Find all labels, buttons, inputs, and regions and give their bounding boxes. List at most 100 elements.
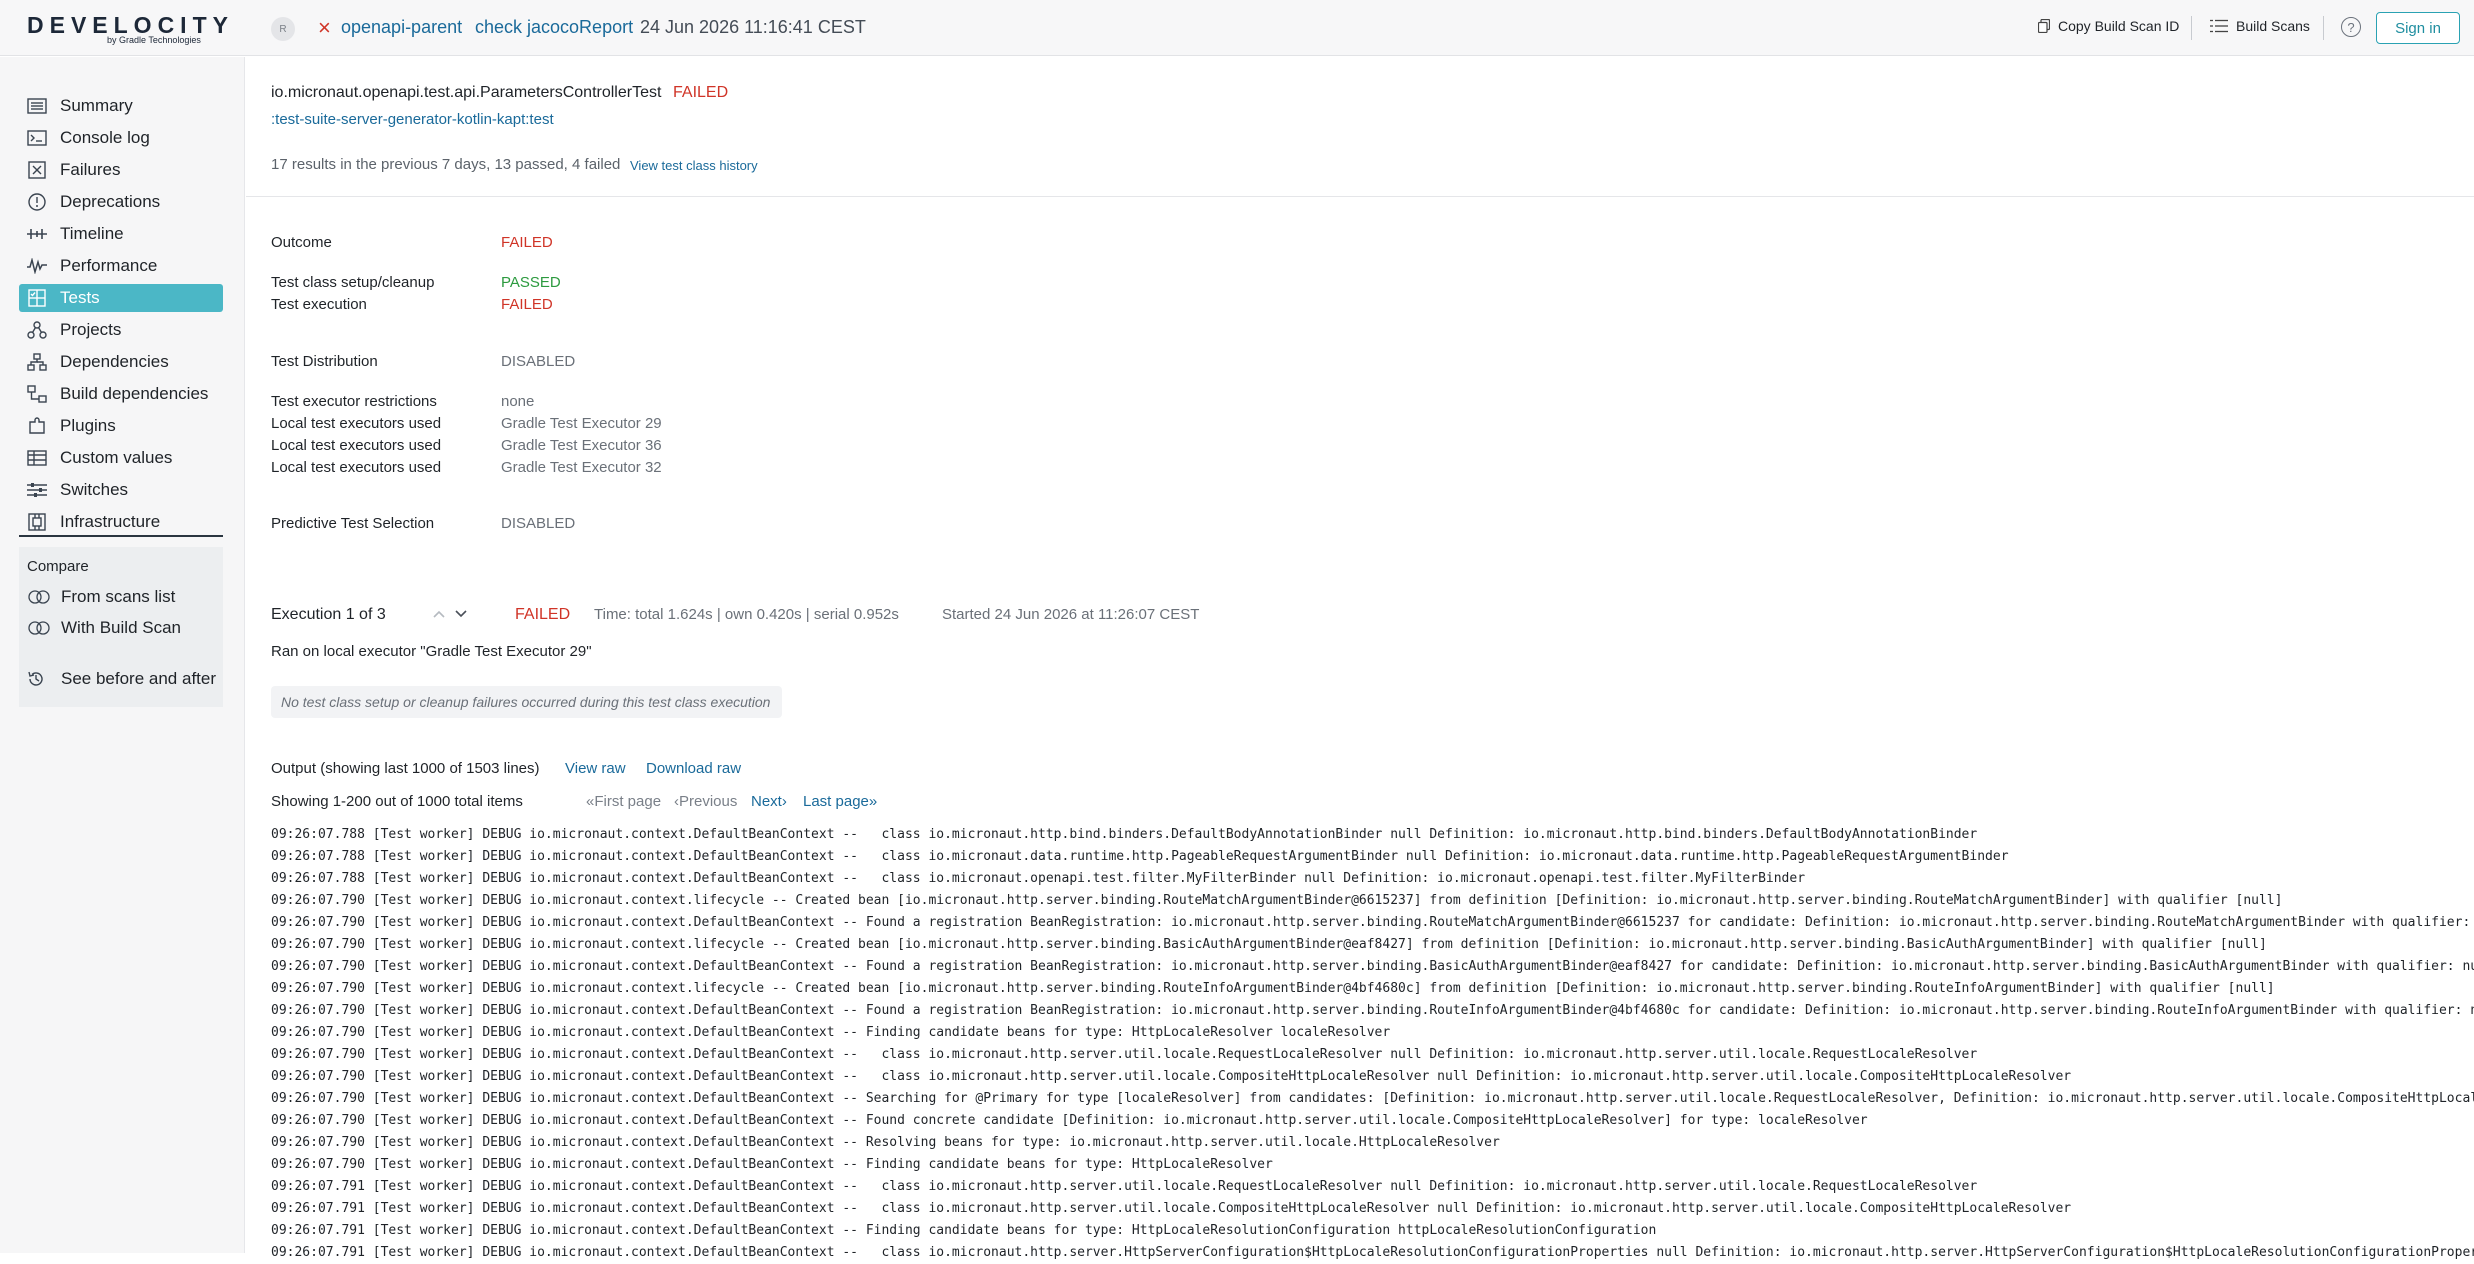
see-before-and-after-label: See before and after — [61, 669, 217, 688]
log-line: 09:26:07.790 [Test worker] DEBUG io.micr… — [271, 1047, 1978, 1062]
build-scans-label: Build Scans — [2236, 18, 2310, 34]
sidebar-item-label: Timeline — [60, 224, 124, 243]
log-line: 09:26:07.790 [Test worker] DEBUG io.micr… — [271, 1135, 1500, 1150]
compare-with-build-scan[interactable]: With Build Scan — [27, 618, 181, 638]
view-test-class-history-link[interactable]: View test class history — [630, 158, 758, 173]
sidebar-item-label: Dependencies — [60, 352, 169, 371]
sidebar-item-label: Infrastructure — [60, 512, 161, 531]
project-name[interactable]: openapi-parent — [341, 17, 462, 38]
log-line: 09:26:07.790 [Test worker] DEBUG io.micr… — [271, 1157, 1273, 1172]
compare-from-scans-list-label: From scans list — [61, 587, 176, 606]
logo-subtitle: by Gradle Technologies — [107, 35, 201, 45]
sidebar-item-label: Summary — [60, 96, 133, 115]
sidebar-item-label: Failures — [60, 160, 121, 179]
sidebar-item-switches[interactable]: Switches — [19, 476, 223, 504]
sidebar-item-timeline[interactable]: Timeline — [19, 220, 223, 248]
sidebar-item-projects[interactable]: Projects — [19, 316, 223, 344]
performance-icon — [26, 256, 48, 276]
executor-restrictions-label: Test executor restrictions — [271, 393, 437, 410]
tests-icon — [26, 288, 48, 308]
task-path-link[interactable]: :test-suite-server-generator-kotlin-kapt… — [271, 111, 554, 128]
download-raw-link[interactable]: Download raw — [646, 760, 741, 777]
dependencies-icon — [26, 352, 48, 372]
build-datetime: 24 Jun 2026 11:16:41 CEST — [640, 17, 866, 37]
test-execution-value: FAILED — [501, 296, 553, 313]
previous-page-link[interactable]: ‹Previous — [674, 793, 737, 810]
pagination-summary: Showing 1-200 out of 1000 total items — [271, 793, 523, 810]
execution-started: Started 24 Jun 2026 at 11:26:07 CEST — [942, 606, 1200, 623]
sidebar-item-performance[interactable]: Performance — [19, 252, 223, 280]
local-executor-value: Gradle Test Executor 32 — [501, 459, 662, 476]
sidebar-item-tests[interactable]: Tests — [19, 284, 223, 312]
first-page-link[interactable]: «First page — [586, 793, 661, 810]
setup-cleanup-value: PASSED — [501, 274, 561, 291]
deprecations-icon — [26, 192, 48, 212]
log-line: 09:26:07.788 [Test worker] DEBUG io.micr… — [271, 849, 2009, 864]
chevron-up-icon[interactable] — [430, 605, 448, 623]
sidebar-item-summary[interactable]: Summary — [19, 92, 223, 120]
develocity-logo[interactable]: DEVELOCITY by Gradle Technologies — [27, 12, 228, 46]
sidebar-item-deprecations[interactable]: Deprecations — [19, 188, 223, 216]
log-line: 09:26:07.788 [Test worker] DEBUG io.micr… — [271, 827, 1978, 842]
compare-with-build-scan-label: With Build Scan — [61, 618, 181, 637]
sidebar-item-failures[interactable]: Failures — [19, 156, 223, 184]
chevron-down-icon[interactable] — [452, 605, 470, 623]
test-distribution-value: DISABLED — [501, 353, 576, 370]
history-icon — [27, 670, 53, 688]
avatar[interactable]: R — [271, 17, 295, 41]
copy-build-scan-id-button[interactable]: Copy Build Scan ID — [2038, 18, 2179, 34]
log-line: 09:26:07.790 [Test worker] DEBUG io.micr… — [271, 937, 2267, 952]
log-line: 09:26:07.790 [Test worker] DEBUG io.micr… — [271, 1025, 1391, 1040]
log-line: 09:26:07.790 [Test worker] DEBUG io.micr… — [271, 893, 2283, 908]
sidebar-item-dependencies[interactable]: Dependencies — [19, 348, 223, 376]
last-page-link[interactable]: Last page» — [803, 793, 877, 810]
sidebar-item-build-dependencies[interactable]: Build dependencies — [19, 380, 223, 408]
history-summary: 17 results in the previous 7 days, 13 pa… — [271, 156, 621, 173]
view-raw-link[interactable]: View raw — [565, 760, 626, 777]
compare-from-scans-list[interactable]: From scans list — [27, 587, 175, 607]
sidebar-item-custom-values[interactable]: Custom values — [19, 444, 223, 472]
predictive-test-selection-label: Predictive Test Selection — [271, 515, 435, 532]
copy-build-scan-id-label: Copy Build Scan ID — [2058, 18, 2180, 34]
see-before-and-after[interactable]: See before and after — [27, 669, 216, 689]
log-line: 09:26:07.791 [Test worker] DEBUG io.micr… — [271, 1245, 2474, 1260]
main-content: io.micronaut.openapi.test.api.Parameters… — [246, 57, 2474, 1260]
sidebar-item-label: Projects — [60, 320, 122, 339]
setup-cleanup-label: Test class setup/cleanup — [271, 274, 435, 291]
custom-values-icon — [26, 448, 48, 468]
header-divider — [2323, 16, 2324, 40]
log-line: 09:26:07.791 [Test worker] DEBUG io.micr… — [271, 1201, 2072, 1216]
help-icon[interactable]: ? — [2341, 17, 2361, 37]
projects-icon — [26, 320, 48, 340]
log-line: 09:26:07.790 [Test worker] DEBUG io.micr… — [271, 1069, 2072, 1084]
console-output: 09:26:07.788 [Test worker] DEBUG io.micr… — [271, 824, 2474, 1264]
sidebar-item-label: Switches — [60, 480, 129, 499]
execution-title: Execution 1 of 3 — [271, 606, 386, 623]
switches-icon — [26, 480, 48, 500]
log-line: 09:26:07.790 [Test worker] DEBUG io.micr… — [271, 959, 2474, 974]
copy-icon — [2038, 19, 2050, 33]
infrastructure-icon — [26, 512, 48, 532]
summary-icon — [26, 96, 48, 116]
list-icon — [2210, 19, 2228, 33]
sidebar-item-label: Plugins — [60, 416, 116, 435]
header-divider — [2191, 16, 2192, 40]
failed-status-icon: × — [318, 15, 331, 40]
build-scans-button[interactable]: Build Scans — [2210, 18, 2310, 34]
sidebar-item-label: Console log — [60, 128, 150, 147]
log-line: 09:26:07.790 [Test worker] DEBUG io.micr… — [271, 1091, 2474, 1106]
requested-tasks[interactable]: check jacocoReport — [475, 17, 633, 38]
sign-in-button[interactable]: Sign in — [2376, 12, 2460, 44]
compare-title: Compare — [27, 558, 89, 575]
sidebar-item-label: Tests — [60, 288, 100, 307]
sidebar-item-infrastructure[interactable]: Infrastructure — [19, 508, 223, 536]
sidebar-item-plugins[interactable]: Plugins — [19, 412, 223, 440]
test-execution-label: Test execution — [271, 296, 367, 313]
log-line: 09:26:07.788 [Test worker] DEBUG io.micr… — [271, 871, 1806, 886]
test-class-name: io.micronaut.openapi.test.api.Parameters… — [271, 84, 662, 101]
sidebar-item-console-log[interactable]: Console log — [19, 124, 223, 152]
predictive-test-selection-value: DISABLED — [501, 515, 576, 532]
plugins-icon — [26, 416, 48, 436]
sidebar-divider — [19, 535, 223, 537]
next-page-link[interactable]: Next› — [751, 793, 787, 810]
